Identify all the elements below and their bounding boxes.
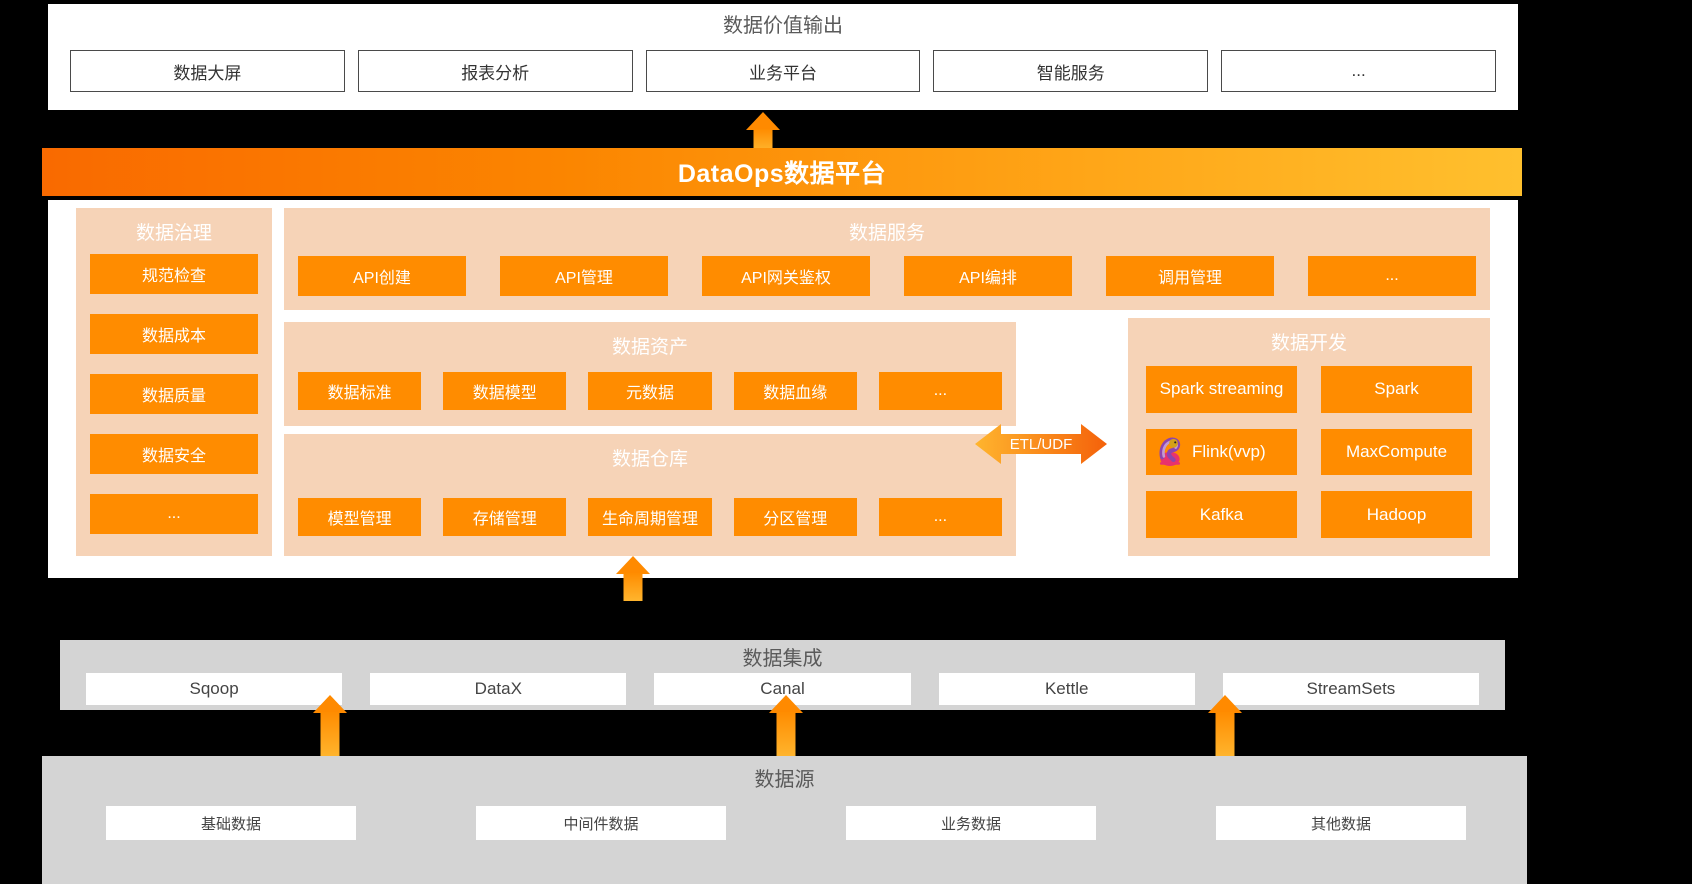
data-assets-item[interactable]: ...: [878, 372, 1003, 410]
arrow-shaft: [1215, 712, 1235, 757]
data-integration-item[interactable]: Kettle: [938, 673, 1195, 705]
data-assets-items: 数据标准 数据模型 元数据 数据血缘 ...: [298, 372, 1003, 410]
value-output-panel: 数据价值输出 数据大屏 报表分析 业务平台 智能服务 ...: [48, 4, 1518, 110]
data-source-title: 数据源: [754, 769, 815, 791]
bidirectional-arrow-icon: [975, 424, 1107, 464]
data-assets-group: 数据资产 数据标准 数据模型 元数据 数据血缘 ...: [284, 322, 1016, 426]
data-source-item[interactable]: 基础数据: [106, 806, 356, 840]
data-warehouse-items: 模型管理 存储管理 生命周期管理 分区管理 ...: [298, 498, 1003, 536]
value-output-title: 数据价值输出: [723, 15, 843, 37]
arrow-head-icon: [746, 112, 780, 130]
data-warehouse-item[interactable]: 存储管理: [443, 498, 567, 536]
data-integration-item[interactable]: DataX: [370, 673, 627, 705]
data-source-item[interactable]: 其他数据: [1216, 806, 1466, 840]
data-service-item[interactable]: 调用管理: [1106, 256, 1274, 296]
data-source-item[interactable]: 中间件数据: [476, 806, 726, 840]
value-output-item[interactable]: 智能服务: [933, 50, 1209, 92]
arrow-head-icon: [313, 695, 347, 713]
data-service-group: 数据服务 API创建 API管理 API网关鉴权 API编排 调用管理 ...: [284, 208, 1490, 310]
data-development-item[interactable]: Spark streaming: [1146, 366, 1297, 413]
arrow-head-icon: [1208, 695, 1242, 713]
data-governance-group: 数据治理 规范检查 数据成本 数据质量 数据安全 ...: [76, 208, 272, 556]
data-development-item-flink[interactable]: Flink(vvp): [1146, 428, 1297, 476]
data-development-item[interactable]: Kafka: [1146, 491, 1297, 538]
data-service-items: API创建 API管理 API网关鉴权 API编排 调用管理 ...: [298, 256, 1476, 296]
flink-squirrel-icon: [1159, 437, 1181, 466]
data-development-title: 数据开发: [1270, 333, 1347, 354]
data-service-item[interactable]: API管理: [500, 256, 668, 296]
data-assets-item[interactable]: 数据标准: [298, 372, 422, 410]
governance-item[interactable]: 数据质量: [90, 374, 258, 414]
governance-item[interactable]: 数据成本: [90, 314, 258, 354]
data-service-item[interactable]: API创建: [298, 256, 466, 296]
value-output-item[interactable]: 报表分析: [357, 50, 633, 92]
data-development-items: Spark streaming Spark Flink(vvp) MaxComp…: [1146, 366, 1472, 538]
dataops-platform-label: DataOps数据平台: [677, 160, 887, 188]
data-warehouse-item[interactable]: 分区管理: [733, 498, 857, 536]
data-assets-item[interactable]: 数据模型: [443, 372, 567, 410]
data-service-title: 数据服务: [848, 223, 925, 244]
arrow-head-icon: [616, 556, 650, 574]
diagram-canvas: 数据价值输出 数据大屏 报表分析 业务平台 智能服务 ... DataOps数据…: [0, 0, 1692, 884]
data-service-item[interactable]: API编排: [904, 256, 1072, 296]
etl-udf-connector: ETL/UDF: [975, 422, 1107, 466]
value-output-item[interactable]: 业务平台: [645, 50, 921, 92]
governance-item[interactable]: ...: [90, 494, 258, 534]
dataops-platform-banner: DataOps数据平台: [42, 148, 1522, 196]
arrow-shaft: [320, 712, 340, 757]
data-warehouse-group: 数据仓库 模型管理 存储管理 生命周期管理 分区管理 ...: [284, 434, 1016, 556]
data-warehouse-item[interactable]: 生命周期管理: [588, 498, 712, 536]
data-warehouse-item[interactable]: 模型管理: [298, 498, 422, 536]
data-source-panel: 数据源 基础数据 中间件数据 业务数据 其他数据: [42, 756, 1527, 884]
data-integration-title: 数据集成: [742, 648, 823, 670]
data-development-item[interactable]: Hadoop: [1321, 491, 1472, 538]
value-output-item[interactable]: ...: [1221, 50, 1496, 92]
data-assets-title: 数据资产: [611, 337, 688, 358]
data-source-items: 基础数据 中间件数据 业务数据 其他数据: [106, 806, 1466, 840]
data-governance-title: 数据治理: [135, 223, 212, 244]
data-assets-item[interactable]: 数据血缘: [733, 372, 857, 410]
arrow-shaft: [776, 712, 796, 757]
data-governance-items: 规范检查 数据成本 数据质量 数据安全 ...: [90, 254, 258, 534]
governance-item[interactable]: 数据安全: [90, 434, 258, 474]
governance-item[interactable]: 规范检查: [90, 254, 258, 294]
data-development-item[interactable]: Spark: [1321, 366, 1472, 413]
data-service-item[interactable]: API网关鉴权: [702, 256, 870, 296]
data-warehouse-item[interactable]: ...: [878, 498, 1003, 536]
platform-body: 数据治理 规范检查 数据成本 数据质量 数据安全 ... 数据服务 API创建 …: [48, 200, 1518, 578]
data-source-item[interactable]: 业务数据: [846, 806, 1096, 840]
data-development-item[interactable]: MaxCompute: [1321, 428, 1472, 476]
arrow-head-icon: [769, 695, 803, 713]
data-warehouse-title: 数据仓库: [611, 449, 688, 470]
data-development-group: 数据开发 Spark streaming Spark Flink(vvp) Ma…: [1128, 318, 1490, 556]
value-output-item[interactable]: 数据大屏: [70, 50, 345, 92]
data-integration-item[interactable]: StreamSets: [1222, 673, 1480, 705]
arrow-shaft: [623, 573, 643, 601]
value-output-items: 数据大屏 报表分析 业务平台 智能服务 ...: [70, 50, 1496, 92]
data-integration-item[interactable]: Sqoop: [86, 673, 343, 705]
data-service-item[interactable]: ...: [1308, 256, 1476, 296]
data-development-item-label: Flink(vvp): [1192, 441, 1266, 461]
data-assets-item[interactable]: 元数据: [588, 372, 712, 410]
